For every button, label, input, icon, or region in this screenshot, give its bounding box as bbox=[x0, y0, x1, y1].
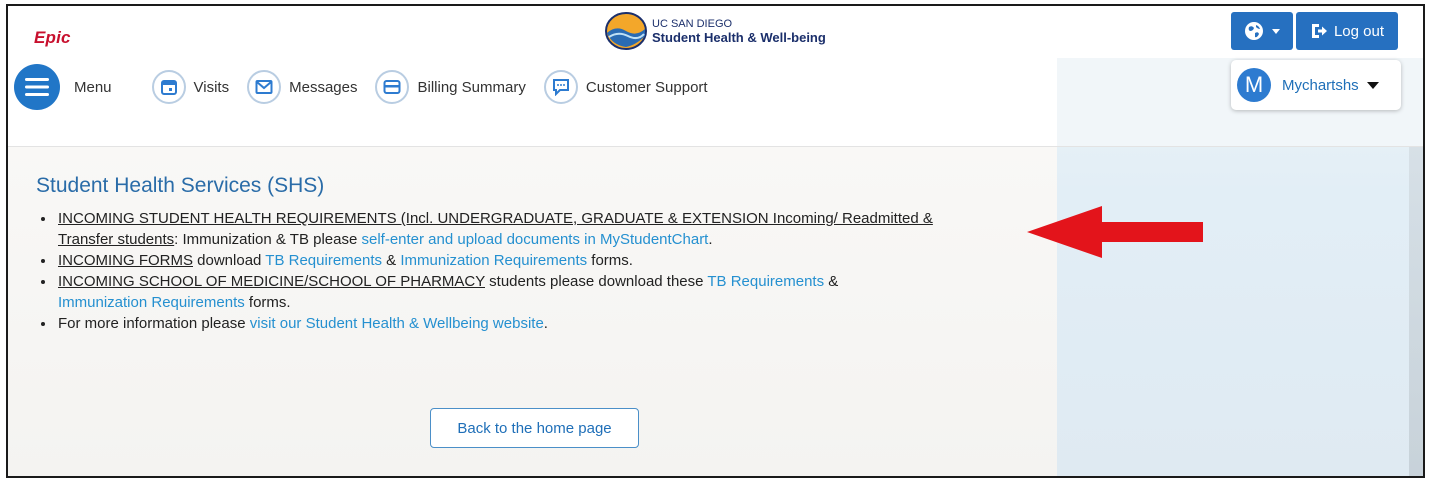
chat-icon bbox=[543, 70, 578, 104]
calendar-icon bbox=[151, 70, 186, 104]
epic-logo: Epic bbox=[34, 28, 71, 47]
nav-item-billing[interactable]: Billing Summary bbox=[375, 70, 526, 104]
background-stripe bbox=[1409, 106, 1423, 476]
header-bar: Epic UC SAN DIEGO Student Health & Well-… bbox=[8, 6, 1423, 147]
logout-button[interactable]: Log out bbox=[1296, 12, 1398, 50]
item1-end: . bbox=[708, 231, 713, 248]
item1-heading-a: INCOMING STUDENT HEALTH REQUIREMENTS (In… bbox=[58, 210, 933, 227]
item3-text-c: forms. bbox=[244, 294, 291, 311]
back-to-home-button[interactable]: Back to the home page bbox=[430, 408, 639, 448]
nav-visits-label: Visits bbox=[193, 78, 230, 96]
item3-text-b: & bbox=[824, 273, 839, 290]
menu-icon bbox=[25, 78, 49, 96]
nav-item-support[interactable]: Customer Support bbox=[543, 70, 708, 104]
uc-san-diego-seal-icon bbox=[605, 12, 647, 50]
brand-logo[interactable]: UC SAN DIEGO Student Health & Well-being bbox=[604, 11, 826, 51]
nav-item-messages[interactable]: Messages bbox=[247, 70, 357, 104]
list-item: For more information please visit our St… bbox=[56, 313, 1056, 334]
logout-label: Log out bbox=[1333, 22, 1385, 40]
list-item: INCOMING STUDENT HEALTH REQUIREMENTS (In… bbox=[56, 208, 1056, 250]
language-button[interactable] bbox=[1231, 12, 1293, 50]
menu-button[interactable] bbox=[14, 64, 60, 110]
user-menu-button[interactable]: M Mychartshs bbox=[1231, 60, 1401, 110]
nav-billing-label: Billing Summary bbox=[417, 78, 526, 96]
nav-item-visits[interactable]: Visits bbox=[151, 70, 230, 104]
arrow-icon bbox=[1027, 206, 1203, 258]
globe-icon bbox=[1245, 22, 1263, 40]
item4-end: . bbox=[543, 315, 548, 332]
item2-text-a: download bbox=[193, 252, 266, 269]
user-name: Mychartshs bbox=[1282, 76, 1359, 94]
som-tb-requirements-link[interactable]: TB Requirements bbox=[707, 273, 824, 290]
envelope-icon bbox=[247, 70, 282, 104]
item3-heading: INCOMING SCHOOL OF MEDICINE/SCHOOL OF PH… bbox=[58, 273, 485, 290]
brand-line2: Student Health & Well-being bbox=[652, 30, 826, 45]
credit-card-icon bbox=[375, 70, 410, 104]
som-immunization-requirements-link[interactable]: Immunization Requirements bbox=[58, 294, 245, 311]
nav-support-label: Customer Support bbox=[585, 78, 708, 96]
immunization-requirements-link[interactable]: Immunization Requirements bbox=[400, 252, 587, 269]
item2-text-b: & bbox=[382, 252, 401, 269]
item1-text: : Immunization & TB please bbox=[174, 231, 362, 248]
main-nav: Menu Visits Messages Billing Summary Cus… bbox=[14, 62, 726, 112]
upload-documents-link[interactable]: self-enter and upload documents in MyStu… bbox=[361, 231, 708, 248]
item2-heading: INCOMING FORMS bbox=[58, 252, 193, 269]
page-title: Student Health Services (SHS) bbox=[36, 174, 325, 197]
chevron-down-icon bbox=[1272, 28, 1280, 34]
main-content: Student Health Services (SHS) INCOMING S… bbox=[36, 174, 1056, 334]
logout-icon bbox=[1311, 24, 1327, 38]
avatar: M bbox=[1237, 68, 1271, 102]
item2-text-c: forms. bbox=[587, 252, 633, 269]
browser-frame: Epic UC SAN DIEGO Student Health & Well-… bbox=[6, 4, 1425, 478]
caret-down-icon bbox=[1366, 81, 1379, 89]
menu-label[interactable]: Menu bbox=[74, 79, 112, 96]
item1-heading-b: Transfer students bbox=[58, 231, 175, 248]
tb-requirements-link[interactable]: TB Requirements bbox=[265, 252, 382, 269]
item4-text: For more information please bbox=[58, 315, 250, 332]
wellbeing-website-link[interactable]: visit our Student Health & Wellbeing web… bbox=[250, 315, 544, 332]
list-item: INCOMING SCHOOL OF MEDICINE/SCHOOL OF PH… bbox=[56, 271, 1056, 313]
list-item: INCOMING FORMS download TB Requirements … bbox=[56, 250, 1056, 271]
item3-text-a: students please download these bbox=[485, 273, 708, 290]
nav-messages-label: Messages bbox=[289, 78, 358, 96]
requirements-list: INCOMING STUDENT HEALTH REQUIREMENTS (In… bbox=[36, 208, 1056, 334]
